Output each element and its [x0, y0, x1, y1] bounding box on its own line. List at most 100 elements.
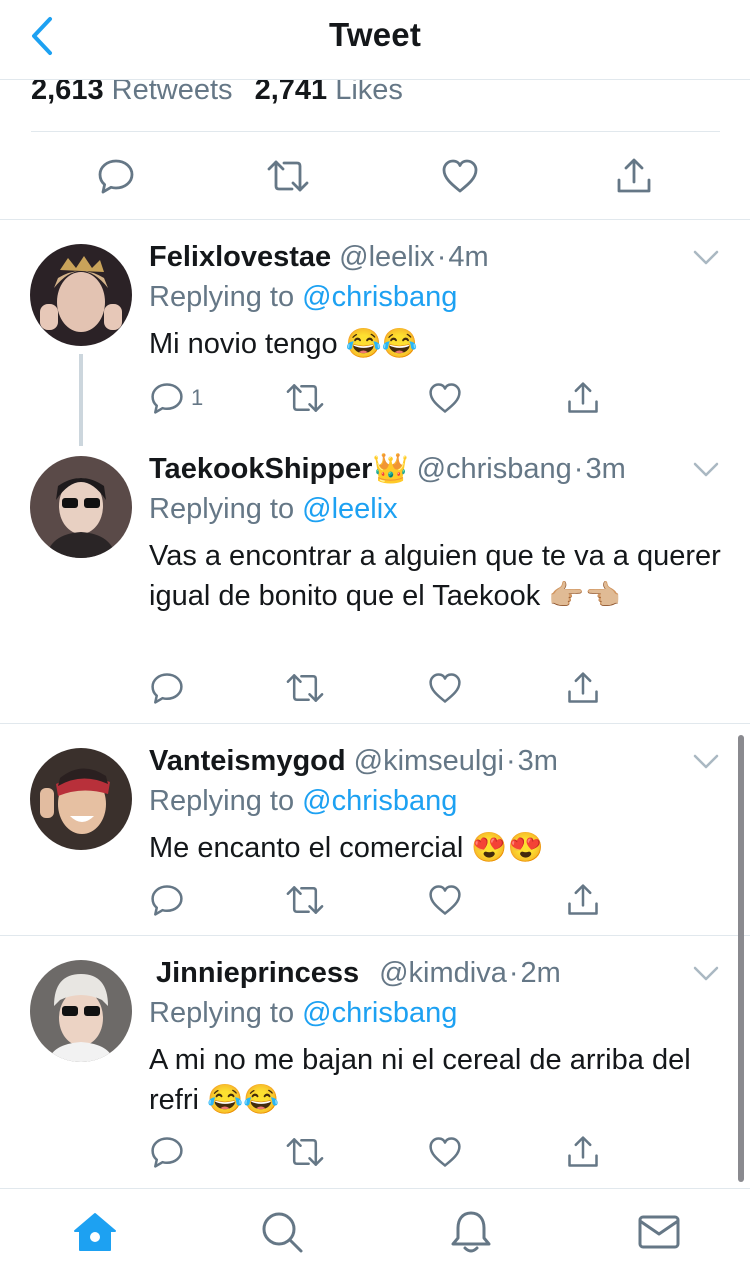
more-options-button[interactable] [692, 964, 720, 984]
mention-link[interactable]: @chrisbang [302, 785, 457, 817]
mention-link[interactable]: @chrisbang [302, 997, 457, 1029]
reply-button[interactable] [149, 668, 185, 708]
bell-icon [451, 1211, 491, 1253]
share-button[interactable] [565, 378, 601, 418]
username[interactable]: @kimseulgi [354, 745, 504, 777]
separator-dot: · [508, 957, 519, 989]
bottom-tab-bar [0, 1188, 750, 1286]
reply-button[interactable]: 1 [149, 378, 203, 418]
retweet-button[interactable] [266, 154, 310, 198]
more-options-button[interactable] [692, 460, 720, 480]
share-button[interactable] [612, 154, 656, 198]
reply-tweet[interactable]: TaekookShipper👑 @chrisbang·3m Replying to… [0, 452, 750, 722]
replying-label: Replying to [149, 281, 295, 313]
heart-icon [427, 670, 463, 706]
avatar[interactable] [30, 748, 132, 850]
share-icon [614, 156, 654, 196]
tab-notifications[interactable] [446, 1207, 496, 1257]
divider [0, 935, 750, 936]
avatar[interactable] [30, 960, 132, 1062]
share-button[interactable] [565, 668, 601, 708]
tweet-text: Me encanto el comercial 😍😍 [149, 832, 544, 864]
retweet-icon [285, 670, 325, 706]
mention-link[interactable]: @leelix [302, 493, 398, 525]
reply-icon [149, 670, 185, 706]
chevron-down-icon [692, 964, 720, 984]
reply-button[interactable] [149, 1132, 185, 1172]
like-button[interactable] [427, 1132, 463, 1172]
replying-to: Replying to @chrisbang [149, 280, 457, 314]
reply-icon [149, 380, 185, 416]
separator-dot: · [505, 745, 516, 777]
mention-link[interactable]: @chrisbang [302, 281, 457, 313]
separator-dot: · [436, 241, 447, 273]
heart-icon [427, 1134, 463, 1170]
share-icon [565, 1134, 601, 1170]
reply-button[interactable] [149, 880, 185, 920]
like-button[interactable] [427, 880, 463, 920]
reply-header: Felixlovestae @leelix·4m [149, 240, 489, 274]
tweet-text: A mi no me bajan ni el cereal de arriba … [149, 1044, 691, 1116]
divider [0, 723, 750, 724]
share-button[interactable] [565, 880, 601, 920]
divider [0, 219, 750, 220]
share-icon [565, 882, 601, 918]
like-button[interactable] [427, 668, 463, 708]
main-tweet-actions [0, 146, 750, 206]
replying-label: Replying to [149, 493, 295, 525]
username[interactable]: @leelix [339, 241, 435, 273]
heart-icon [427, 380, 463, 416]
replying-to: Replying to @chrisbang [149, 784, 457, 818]
reply-tweet[interactable]: Vanteismygod @kimseulgi·3m Replying to @c… [0, 744, 750, 934]
tweet-actions [149, 1132, 609, 1172]
like-button[interactable] [438, 154, 482, 198]
tweet-actions [149, 668, 609, 708]
reply-header: TaekookShipper👑 @chrisbang·3m [149, 452, 626, 486]
search-icon [262, 1212, 303, 1253]
retweet-button[interactable] [285, 668, 325, 708]
tweet-actions [149, 880, 609, 920]
heart-icon [440, 156, 480, 196]
timestamp: 3m [517, 745, 558, 777]
reply-tweet[interactable]: Felixlovestae @leelix·4m Replying to @chr… [0, 240, 750, 446]
more-options-button[interactable] [692, 752, 720, 772]
reply-button[interactable] [94, 154, 138, 198]
avatar[interactable] [30, 456, 132, 558]
display-name[interactable]: TaekookShipper👑 [149, 453, 409, 485]
reply-tweet[interactable]: Jinnieprincess @kimdiva·2m Replying to @c… [0, 956, 750, 1186]
scrollbar[interactable] [738, 735, 744, 1182]
like-button[interactable] [427, 378, 463, 418]
replying-label: Replying to [149, 997, 295, 1029]
timestamp: 3m [585, 453, 626, 485]
retweet-icon [285, 882, 325, 918]
thread-line [79, 354, 83, 446]
page-title: Tweet [328, 16, 422, 53]
retweet-icon [285, 1134, 325, 1170]
tab-search[interactable] [257, 1207, 307, 1257]
replying-to: Replying to @leelix [149, 492, 398, 526]
retweet-button[interactable] [285, 880, 325, 920]
retweet-button[interactable] [285, 378, 325, 418]
timestamp: 4m [448, 241, 489, 273]
username[interactable]: @chrisbang [417, 453, 572, 485]
display-name[interactable]: Vanteismygod [149, 745, 346, 777]
retweet-icon [266, 156, 310, 196]
tab-messages[interactable] [634, 1207, 684, 1257]
retweet-button[interactable] [285, 1132, 325, 1172]
reply-header: Vanteismygod @kimseulgi·3m [149, 744, 558, 778]
display-name[interactable]: Jinnieprincess [156, 957, 359, 989]
avatar[interactable] [30, 244, 132, 346]
share-button[interactable] [565, 1132, 601, 1172]
reply-count: 1 [191, 385, 204, 410]
retweet-icon [285, 380, 325, 416]
more-options-button[interactable] [692, 248, 720, 268]
reply-icon [149, 1134, 185, 1170]
tweet-text: Vas a encontrar a alguien que te va a qu… [149, 540, 721, 612]
mail-icon [638, 1215, 680, 1249]
display-name[interactable]: Felixlovestae [149, 241, 331, 273]
timestamp: 2m [520, 957, 561, 989]
username[interactable]: @kimdiva [379, 957, 507, 989]
divider [31, 131, 720, 132]
tab-home[interactable] [70, 1207, 120, 1257]
reply-icon [96, 156, 136, 196]
